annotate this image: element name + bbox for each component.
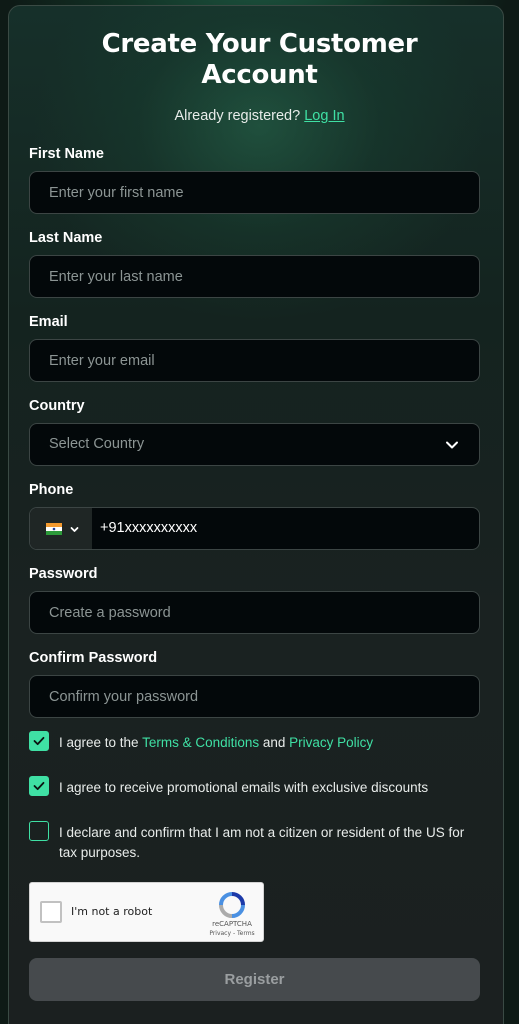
login-link[interactable]: Log In (304, 108, 344, 124)
terms-consent-text: I agree to the Terms & Conditions and Pr… (59, 733, 479, 753)
page: Create Your Customer Account Already reg… (0, 0, 519, 1024)
privacy-policy-link[interactable]: Privacy Policy (289, 735, 373, 750)
password-label: Password (29, 566, 98, 582)
country-select-placeholder: Select Country (49, 436, 145, 452)
first-name-input[interactable] (30, 172, 479, 213)
checkmark-icon (33, 781, 45, 791)
chevron-down-icon (446, 441, 458, 449)
password-field-wrapper (29, 591, 480, 634)
india-flag-icon (46, 523, 62, 535)
register-button[interactable]: Register (29, 958, 480, 1001)
terms-link[interactable]: Terms & Conditions (142, 735, 259, 750)
terms-prefix: I agree to the (59, 735, 143, 750)
phone-label: Phone (29, 482, 74, 498)
confirm-password-label: Confirm Password (29, 650, 158, 666)
us-tax-checkbox[interactable] (29, 821, 49, 841)
password-input[interactable] (30, 592, 479, 633)
title-line-1: Create Your Customer (101, 29, 418, 59)
login-prompt: Already registered? Log In (0, 108, 519, 124)
country-label: Country (29, 398, 85, 414)
email-label: Email (29, 314, 68, 330)
recaptcha-widget: I'm not a robot reCAPTCHA Privacy - Term… (29, 882, 264, 942)
last-name-field-wrapper (29, 255, 480, 298)
checkmark-icon (33, 736, 45, 746)
page-title: Create Your Customer Account (0, 29, 519, 91)
last-name-label: Last Name (29, 230, 103, 246)
terms-middle: and (259, 735, 290, 750)
phone-country-dropdown[interactable] (30, 508, 92, 549)
last-name-input[interactable] (30, 256, 479, 297)
country-select[interactable]: Select Country (29, 423, 480, 466)
first-name-field-wrapper (29, 171, 480, 214)
promo-checkbox[interactable] (29, 776, 49, 796)
already-registered-text: Already registered? (174, 108, 301, 124)
recaptcha-checkbox[interactable] (40, 901, 62, 923)
recaptcha-terms[interactable]: Privacy - Terms (200, 930, 264, 937)
us-tax-consent-text: I declare and confirm that I am not a ci… (59, 825, 465, 860)
recaptcha-label: I'm not a robot (71, 905, 153, 918)
phone-field-wrapper: +91xxxxxxxxxx (29, 507, 480, 550)
chevron-down-icon (70, 527, 79, 532)
first-name-label: First Name (29, 146, 104, 162)
recaptcha-logo-icon (219, 892, 245, 918)
recaptcha-brand: reCAPTCHA (212, 920, 252, 928)
terms-checkbox[interactable] (29, 731, 49, 751)
phone-input[interactable]: +91xxxxxxxxxx (100, 520, 197, 536)
promo-consent-text: I agree to receive promotional emails wi… (59, 780, 429, 795)
confirm-password-input[interactable] (30, 676, 479, 717)
email-input[interactable] (30, 340, 479, 381)
email-field-wrapper (29, 339, 480, 382)
confirm-password-field-wrapper (29, 675, 480, 718)
title-line-2: Account (201, 60, 318, 90)
